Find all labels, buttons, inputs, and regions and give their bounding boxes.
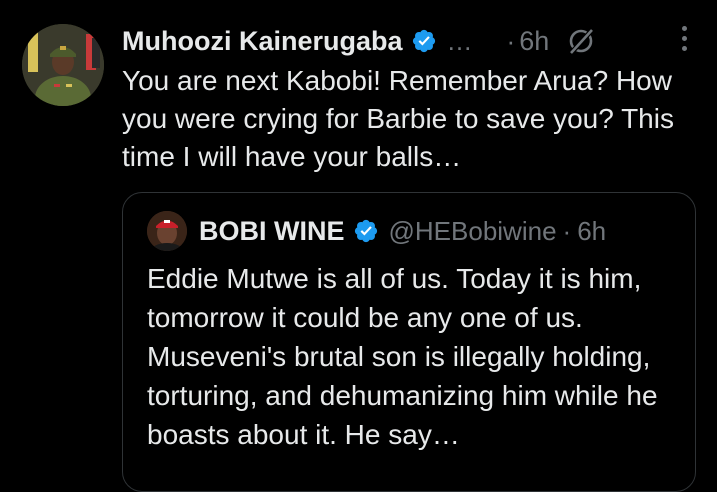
quoted-tweet-time[interactable]: 6h bbox=[577, 216, 606, 247]
verified-badge-icon bbox=[411, 28, 437, 54]
quoted-author-handle[interactable]: @HEBobiwine bbox=[389, 216, 557, 247]
tweet-header: Muhoozi Kainerugaba … · 6h bbox=[122, 22, 697, 60]
grok-icon[interactable] bbox=[565, 25, 597, 57]
separator-dot: · bbox=[506, 25, 516, 56]
quoted-author-name[interactable]: BOBI WINE bbox=[199, 216, 345, 247]
name-ellipsis: … bbox=[446, 25, 473, 56]
quoted-tweet[interactable]: BOBI WINE @HEBobiwine · 6h Eddie Mutwe i… bbox=[122, 192, 696, 492]
tweet[interactable]: Muhoozi Kainerugaba … · 6h You are next … bbox=[0, 0, 717, 492]
more-options-icon[interactable] bbox=[682, 26, 687, 51]
tweet-text: You are next Kabobi! Remember Arua? How … bbox=[122, 65, 674, 172]
quoted-separator-dot: · bbox=[562, 215, 572, 246]
quoted-author-avatar[interactable] bbox=[147, 211, 187, 251]
quoted-verified-badge-icon bbox=[353, 218, 379, 244]
author-name[interactable]: Muhoozi Kainerugaba bbox=[122, 26, 403, 57]
quoted-tweet-header: BOBI WINE @HEBobiwine · 6h bbox=[147, 211, 606, 251]
quoted-tweet-text: Eddie Mutwe is all of us. Today it is hi… bbox=[147, 263, 658, 450]
tweet-time[interactable]: 6h bbox=[519, 26, 549, 57]
author-avatar[interactable] bbox=[22, 24, 104, 106]
